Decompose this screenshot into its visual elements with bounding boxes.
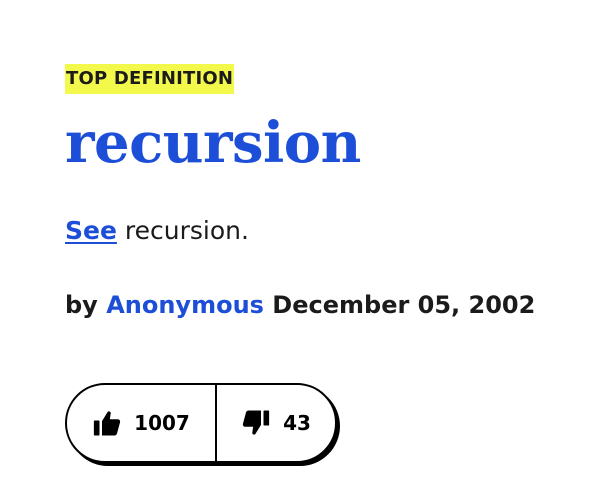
downvote-count: 43 xyxy=(283,411,311,435)
definition-word[interactable]: recursion xyxy=(65,112,585,174)
thumbs-down-button[interactable]: 43 xyxy=(217,385,335,461)
vote-buttons: 1007 43 xyxy=(65,383,337,463)
see-link[interactable]: See xyxy=(65,216,117,245)
definition-card: TOP DEFINITION recursion See recursion. … xyxy=(65,64,585,320)
thumbs-up-button[interactable]: 1007 xyxy=(67,385,217,461)
thumbs-up-icon xyxy=(94,411,121,436)
definition-meaning: See recursion. xyxy=(65,214,585,248)
by-label: by xyxy=(65,291,98,319)
contributor-line: by Anonymous December 05, 2002 xyxy=(65,290,585,320)
thumbs-down-icon xyxy=(242,410,270,435)
top-definition-badge: TOP DEFINITION xyxy=(65,64,235,94)
upvote-count: 1007 xyxy=(134,411,190,435)
meaning-text: recursion. xyxy=(116,216,249,245)
definition-date: December 05, 2002 xyxy=(272,291,536,319)
author-link[interactable]: Anonymous xyxy=(106,291,264,319)
